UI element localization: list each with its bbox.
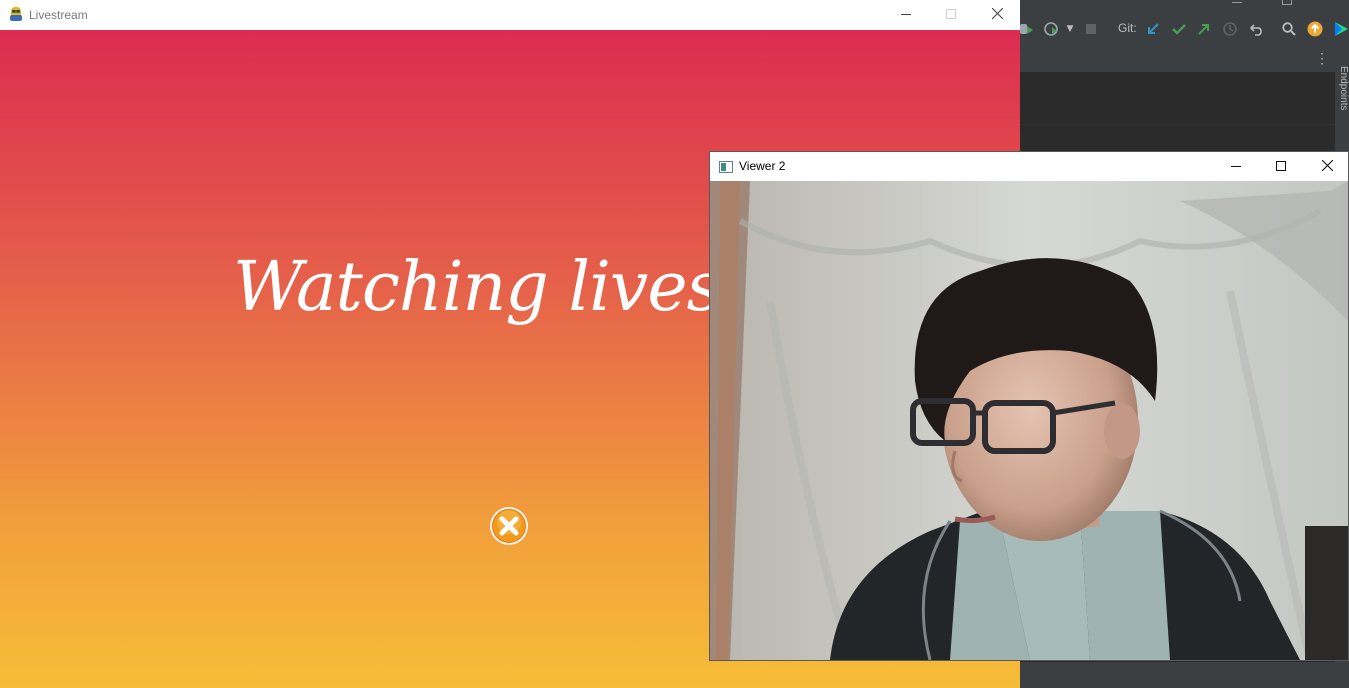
vcs-commit-icon[interactable] [1170,18,1188,40]
window-title: Viewer 2 [739,159,786,173]
viewer-app-icon [719,160,733,173]
chevron-down-icon[interactable]: ▼ [1064,18,1076,40]
camera-feed [710,181,1348,660]
viewer-titlebar[interactable]: Viewer 2 [710,152,1348,181]
python-app-icon [8,6,24,23]
livestream-titlebar[interactable]: Livestream [0,0,1020,30]
close-button[interactable] [1304,152,1349,181]
endpoints-tab[interactable]: Endpoints [1335,66,1349,126]
maximize-icon [946,6,956,24]
viewer-window: Viewer 2 [709,151,1349,661]
close-icon [991,6,1003,24]
more-options-icon[interactable]: ⋮ [1315,50,1329,67]
maximize-button[interactable] [928,0,974,30]
ide-minimize-icon[interactable] [1232,0,1242,3]
notification-icon[interactable] [1306,18,1324,40]
editor-area[interactable]: 45 2 ︿ ﹀ [1020,72,1335,196]
vcs-update-icon[interactable] [1144,18,1162,40]
search-icon[interactable] [1280,18,1298,40]
stop-stream-button[interactable] [488,505,530,547]
minimize-button[interactable] [1213,152,1259,181]
close-button[interactable] [974,0,1020,30]
git-label: Git: [1118,21,1137,35]
run-with-coverage-icon[interactable] [1020,18,1034,40]
jetbrains-toolbox-icon[interactable] [1332,18,1349,40]
rollback-icon[interactable] [1248,18,1266,40]
history-icon[interactable] [1221,18,1239,40]
ide-tool-row: ⋮ [1020,44,1349,72]
minimize-icon [1231,158,1241,176]
webcam-image [710,181,1348,660]
ide-status-bar [1020,662,1349,688]
vcs-push-icon[interactable] [1195,18,1213,40]
minimize-icon [901,6,911,24]
stop-icon[interactable] [1084,18,1098,40]
close-icon [1321,158,1333,176]
profile-icon[interactable] [1042,18,1062,40]
maximize-button[interactable] [1258,152,1304,181]
window-title: Livestream [29,8,88,22]
close-circle-icon [488,507,530,551]
minimize-button[interactable] [883,0,929,30]
ide-restore-icon[interactable] [1282,0,1292,5]
ide-toolbar: ▼ Git: [1020,0,1349,45]
maximize-icon [1276,158,1286,176]
